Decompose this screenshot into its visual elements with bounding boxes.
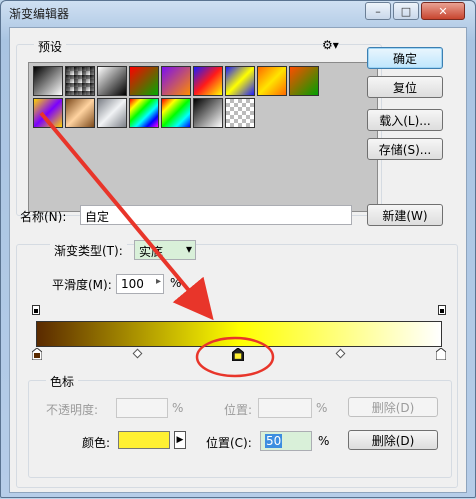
color-stop-left[interactable] <box>32 348 42 360</box>
opacity-position-unit: % <box>316 401 328 415</box>
name-label: 名称(N): <box>20 210 67 224</box>
preset-swatch[interactable] <box>129 98 159 128</box>
close-button[interactable]: ✕ <box>421 2 465 20</box>
opacity-stop-left[interactable] <box>32 305 40 315</box>
minimize-button[interactable]: – <box>365 2 391 20</box>
gradient-type-select[interactable]: 实底 ▾ <box>134 240 196 260</box>
color-label: 颜色: <box>82 436 111 450</box>
preset-swatch[interactable] <box>193 66 223 96</box>
load-button[interactable]: 载入(L)... <box>367 109 443 131</box>
smoothness-label: 平滑度(M): <box>52 278 112 292</box>
gradient-type-label: 渐变类型(T): <box>50 242 127 259</box>
chevron-down-icon: ▾ <box>185 242 192 256</box>
preset-swatch[interactable] <box>161 98 191 128</box>
preset-swatch[interactable] <box>33 98 63 128</box>
preset-swatch[interactable] <box>129 66 159 96</box>
opacity-position-label: 位置: <box>224 403 253 417</box>
position-value: 50 <box>265 434 283 448</box>
gradient-editor-window: 渐变编辑器 – □ ✕ 预设 ⚙▾ 确定 复位 载入(L)... 存储(S)..… <box>0 0 476 498</box>
chevron-right-icon[interactable]: ▸ <box>156 276 161 287</box>
gradient-type-value: 实底 <box>139 245 164 259</box>
preset-swatch[interactable] <box>225 98 255 128</box>
title-bar[interactable]: 渐变编辑器 – □ ✕ <box>1 1 475 27</box>
save-button[interactable]: 存储(S)... <box>367 138 443 160</box>
color-swatch[interactable] <box>118 431 170 449</box>
position-label: 位置(C): <box>206 436 252 450</box>
color-stop-right[interactable] <box>436 348 446 360</box>
color-stop-group-label: 色标 <box>46 373 79 390</box>
delete-opacity-stop-button[interactable]: 删除(D) <box>348 397 438 417</box>
preset-swatch[interactable] <box>33 66 63 96</box>
opacity-field[interactable] <box>116 398 168 418</box>
preset-swatch[interactable] <box>65 66 95 96</box>
preset-swatch[interactable] <box>225 66 255 96</box>
reset-button[interactable]: 复位 <box>367 76 443 98</box>
preset-swatch[interactable] <box>97 98 127 128</box>
presets-grid <box>28 62 378 212</box>
gradient-bar[interactable] <box>36 321 442 347</box>
smoothness-field[interactable]: 100 ▸ <box>116 274 164 294</box>
opacity-unit: % <box>172 401 184 415</box>
ok-button[interactable]: 确定 <box>367 47 443 69</box>
preset-swatch[interactable] <box>65 98 95 128</box>
gear-icon[interactable]: ⚙▾ <box>322 38 339 52</box>
position-unit: % <box>318 434 330 448</box>
new-button[interactable]: 新建(W) <box>367 204 443 226</box>
preset-swatch[interactable] <box>289 66 319 96</box>
color-menu-arrow-icon[interactable]: ▶ <box>174 431 186 449</box>
presets-label: 预设 <box>34 38 67 55</box>
preset-swatch[interactable] <box>97 66 127 96</box>
preset-swatch[interactable] <box>161 66 191 96</box>
color-stop-selected[interactable] <box>232 348 244 361</box>
delete-color-stop-button[interactable]: 删除(D) <box>348 430 438 450</box>
smoothness-unit: % <box>170 276 182 290</box>
dialog-body: 预设 ⚙▾ 确定 复位 载入(L)... 存储(S)... 名称(N): 自定 … <box>9 27 467 493</box>
name-field[interactable]: 自定 <box>80 205 352 225</box>
opacity-stop-right[interactable] <box>438 305 446 315</box>
color-stop-group <box>28 380 452 478</box>
window-title: 渐变编辑器 <box>9 7 70 21</box>
preset-swatch[interactable] <box>193 98 223 128</box>
opacity-position-field[interactable] <box>258 398 312 418</box>
opacity-label: 不透明度: <box>46 403 99 417</box>
preset-swatch[interactable] <box>257 66 287 96</box>
position-field[interactable]: 50 <box>260 431 312 451</box>
smoothness-value: 100 <box>121 277 144 291</box>
maximize-button[interactable]: □ <box>393 2 419 20</box>
